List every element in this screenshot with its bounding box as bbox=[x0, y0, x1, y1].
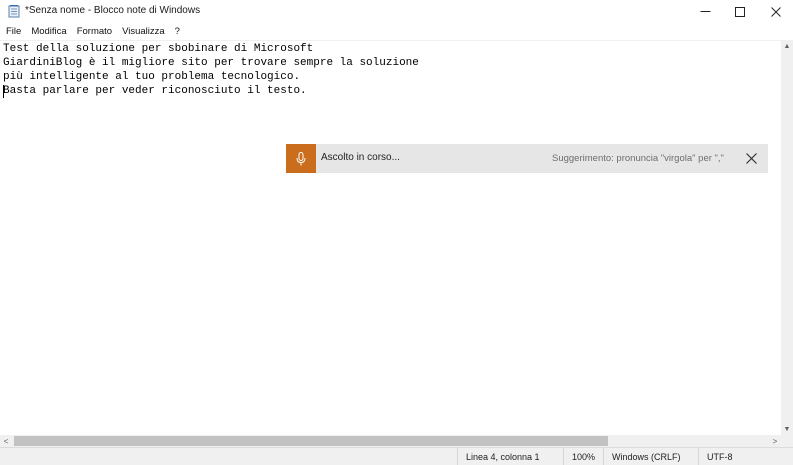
microphone-button[interactable] bbox=[286, 144, 316, 173]
status-bar: Linea 4, colonna 1 100% Windows (CRLF) U… bbox=[0, 447, 793, 465]
horizontal-scroll-thumb[interactable] bbox=[14, 436, 608, 446]
menu-help[interactable]: ? bbox=[175, 26, 180, 37]
maximize-icon bbox=[735, 6, 745, 17]
text-caret bbox=[3, 85, 4, 98]
status-line-ending: Windows (CRLF) bbox=[603, 448, 698, 465]
close-icon bbox=[771, 6, 781, 17]
dictation-bar: Ascolto in corso... Suggerimento: pronun… bbox=[286, 144, 768, 173]
menu-modifica[interactable]: Modifica bbox=[31, 26, 66, 37]
scrollbar-corner bbox=[781, 435, 793, 447]
minimize-button[interactable] bbox=[688, 0, 722, 23]
minimize-icon bbox=[700, 11, 710, 12]
menu-bar: File Modifica Formato Visualizza ? bbox=[0, 23, 793, 40]
dictation-hint: Suggerimento: pronuncia "virgola" per ",… bbox=[552, 153, 724, 164]
scroll-up-arrow-icon[interactable]: ▲ bbox=[781, 40, 793, 52]
status-zoom: 100% bbox=[563, 448, 603, 465]
editor-line-4: Basta parlare per veder riconosciuto il … bbox=[3, 85, 307, 97]
menu-visualizza[interactable]: Visualizza bbox=[122, 26, 165, 37]
vertical-scrollbar[interactable]: ▲ ▼ bbox=[781, 40, 793, 435]
text-editor[interactable]: Test della soluzione per sbobinare di Mi… bbox=[0, 40, 781, 435]
scroll-left-arrow-icon[interactable]: < bbox=[0, 435, 12, 447]
microphone-icon bbox=[296, 151, 306, 165]
editor-line-2: GiardiniBlog è il migliore sito per trov… bbox=[3, 57, 419, 69]
title-bar[interactable]: *Senza nome - Blocco note di Windows bbox=[0, 0, 793, 23]
horizontal-scrollbar[interactable]: < > bbox=[0, 435, 781, 447]
editor-line-3: più intelligente al tuo problema tecnolo… bbox=[3, 71, 301, 83]
editor-line-1: Test della soluzione per sbobinare di Mi… bbox=[3, 43, 314, 55]
dictation-status: Ascolto in corso... bbox=[321, 152, 400, 163]
status-encoding: UTF-8 bbox=[698, 448, 793, 465]
menu-file[interactable]: File bbox=[6, 26, 21, 37]
scroll-down-arrow-icon[interactable]: ▼ bbox=[781, 423, 793, 435]
dictation-close-button[interactable] bbox=[743, 150, 760, 167]
menu-formato[interactable]: Formato bbox=[77, 26, 112, 37]
close-button[interactable] bbox=[759, 0, 793, 23]
notepad-icon bbox=[8, 5, 20, 18]
window-title: *Senza nome - Blocco note di Windows bbox=[25, 5, 201, 16]
maximize-button[interactable] bbox=[723, 0, 757, 23]
scroll-right-arrow-icon[interactable]: > bbox=[769, 435, 781, 447]
close-icon bbox=[746, 153, 757, 164]
status-cursor-position: Linea 4, colonna 1 bbox=[457, 448, 563, 465]
